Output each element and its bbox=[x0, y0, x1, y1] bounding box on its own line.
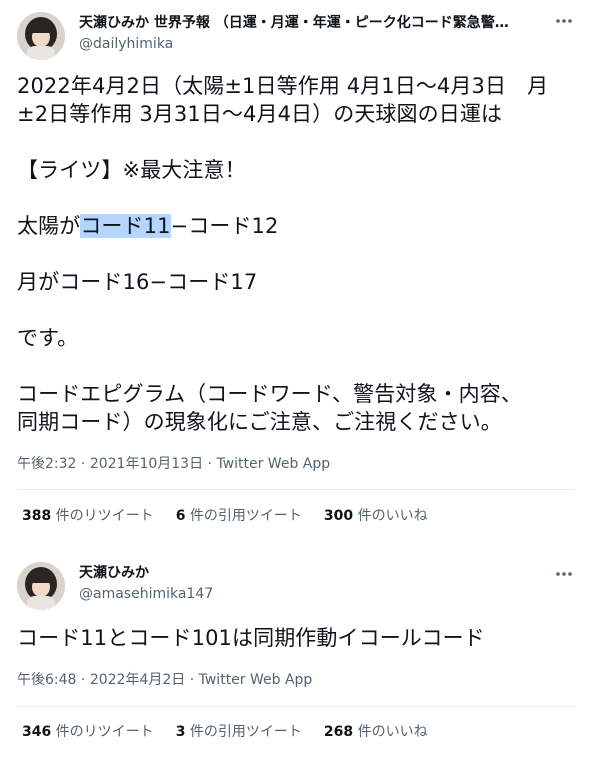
retweets-count: 388 bbox=[22, 508, 52, 524]
tweet-text: 2022年4月2日（太陽±1日等作用 4月1日〜4月3日 月 ±2日等作用 3月… bbox=[17, 72, 575, 128]
retweets-label: 件のリツイート bbox=[51, 724, 154, 740]
selected-text: コード11 bbox=[80, 214, 171, 238]
retweets-stat[interactable]: 346 件のリツイート bbox=[22, 723, 154, 741]
quotes-count: 3 bbox=[175, 724, 186, 740]
tweet-text-paragraph: 太陽がコード11−コード12 bbox=[17, 212, 575, 240]
display-name[interactable]: 天瀬ひみか 世界予報 （日運・月運・年運・ピーク化コード緊急警… bbox=[79, 14, 509, 32]
user-handle[interactable]: @dailyhimika bbox=[79, 35, 173, 53]
meta-separator: · bbox=[185, 672, 199, 688]
tweet-text-line: コード11とコード101は同期作動イコールコード bbox=[17, 626, 485, 650]
tweet-reply: 天瀬ひみか @amasehimika147 コード11とコード101は同期作動イ… bbox=[0, 548, 591, 767]
tweet-date[interactable]: 2022年4月2日 bbox=[90, 672, 185, 688]
tweet-text-paragraph: 【ライツ】※最大注意！ bbox=[17, 156, 575, 184]
quote-tweets-stat[interactable]: 3 件の引用ツイート bbox=[176, 723, 302, 741]
divider bbox=[17, 489, 575, 490]
tweet-text: コード11とコード101は同期作動イコールコード bbox=[17, 624, 575, 652]
user-handle[interactable]: @amasehimika147 bbox=[79, 585, 213, 603]
likes-stat[interactable]: 268 件のいいね bbox=[324, 723, 428, 741]
tweet-time[interactable]: 午後2:32 bbox=[17, 456, 76, 472]
tweet-text-line: 太陽がコード11−コード12 bbox=[17, 212, 575, 240]
more-options-button[interactable] bbox=[553, 10, 575, 32]
meta-separator: · bbox=[76, 672, 90, 688]
avatar[interactable] bbox=[17, 12, 65, 60]
meta-separator: · bbox=[203, 456, 217, 472]
likes-stat[interactable]: 300 件のいいね bbox=[324, 507, 428, 525]
retweets-count: 346 bbox=[22, 724, 52, 740]
quotes-label: 件の引用ツイート bbox=[185, 508, 302, 524]
quotes-count: 6 bbox=[175, 508, 186, 524]
tweet-text-paragraph: 月がコード16−コード17 bbox=[17, 268, 575, 296]
retweets-stat[interactable]: 388 件のリツイート bbox=[22, 507, 154, 525]
tweet-text-line: 同期コード）の現象化にご注意、ご注視ください。 bbox=[17, 410, 502, 434]
avatar-photo bbox=[17, 562, 65, 610]
tweet-meta: 午後2:32 · 2021年10月13日 · Twitter Web App bbox=[17, 455, 330, 473]
text-segment: 太陽が bbox=[17, 214, 81, 238]
tweet-main: 天瀬ひみか 世界予報 （日運・月運・年運・ピーク化コード緊急警… @dailyh… bbox=[0, 0, 591, 540]
tweet-stats: 346 件のリツイート 3 件の引用ツイート 268 件のいいね bbox=[22, 723, 428, 741]
quotes-label: 件の引用ツイート bbox=[185, 724, 302, 740]
tweet-stats: 388 件のリツイート 6 件の引用ツイート 300 件のいいね bbox=[22, 507, 428, 525]
avatar[interactable] bbox=[17, 562, 65, 610]
retweets-label: 件のリツイート bbox=[51, 508, 154, 524]
section-separator bbox=[0, 540, 591, 548]
avatar-photo bbox=[17, 12, 65, 60]
tweet-text-line: 【ライツ】※最大注意！ bbox=[17, 158, 246, 182]
tweet-time[interactable]: 午後6:48 bbox=[17, 672, 76, 688]
tweet-source-link[interactable]: Twitter Web App bbox=[199, 672, 313, 688]
tweet-text-line: ±2日等作用 3月31日〜4月4日）の天球図の日運は bbox=[17, 102, 503, 126]
tweet-text-paragraph: コードエピグラム（コードワード、警告対象・内容、 同期コード）の現象化にご注意、… bbox=[17, 380, 575, 436]
likes-label: 件のいいね bbox=[353, 724, 428, 740]
likes-count: 268 bbox=[323, 724, 354, 740]
divider bbox=[17, 706, 575, 707]
tweet-source-link[interactable]: Twitter Web App bbox=[216, 456, 330, 472]
tweet-text-line: 月がコード16−コード17 bbox=[17, 270, 258, 294]
tweet-text-line: です。 bbox=[17, 326, 79, 350]
display-name[interactable]: 天瀬ひみか bbox=[79, 564, 149, 582]
quote-tweets-stat[interactable]: 6 件の引用ツイート bbox=[176, 507, 302, 525]
tweet-meta: 午後6:48 · 2022年4月2日 · Twitter Web App bbox=[17, 671, 312, 689]
more-horizontal-icon bbox=[556, 19, 572, 23]
meta-separator: · bbox=[76, 456, 90, 472]
likes-label: 件のいいね bbox=[353, 508, 428, 524]
more-options-button[interactable] bbox=[553, 563, 575, 585]
tweet-text-paragraph: です。 bbox=[17, 324, 575, 352]
more-horizontal-icon bbox=[556, 572, 572, 576]
likes-count: 300 bbox=[323, 508, 354, 524]
tweet-text-line: コードエピグラム（コードワード、警告対象・内容、 bbox=[17, 382, 522, 406]
text-segment: −コード12 bbox=[170, 214, 279, 238]
tweet-text-line: 2022年4月2日（太陽±1日等作用 4月1日〜4月3日 月 bbox=[17, 74, 549, 98]
tweet-date[interactable]: 2021年10月13日 bbox=[90, 456, 203, 472]
